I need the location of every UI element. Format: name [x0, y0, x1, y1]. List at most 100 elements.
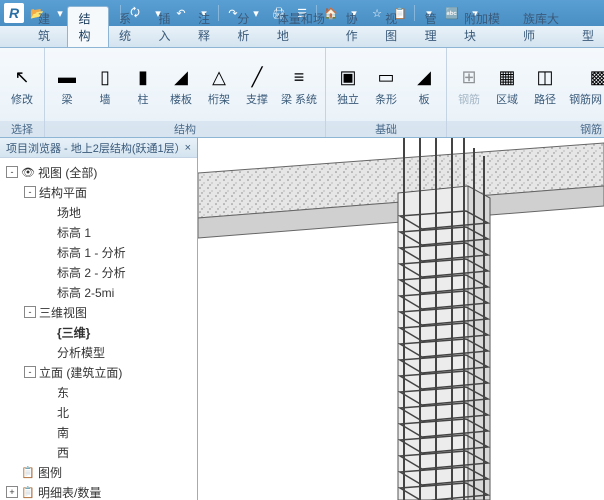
tool-icon: ▩: [584, 64, 604, 92]
tree-node[interactable]: +📋明细表/数量: [2, 482, 195, 500]
tree-item-label: 结构平面: [39, 184, 87, 201]
ribbon-tab[interactable]: 注释: [188, 7, 227, 47]
tool-icon: ▯: [91, 64, 119, 92]
tree-item-label: 场地: [57, 204, 81, 221]
tool-icon: ▭: [372, 64, 400, 92]
ribbon-button[interactable]: ▦ 区域: [489, 62, 525, 108]
panel-title: 结构: [45, 121, 325, 137]
tool-icon: ╱: [243, 64, 271, 92]
project-browser: 项目浏览器 - 地上2层结构(跃通1层） × -👁视图 (全部)-结构平面场地标…: [0, 138, 198, 500]
project-tree[interactable]: -👁视图 (全部)-结构平面场地标高 1标高 1 - 分析标高 2 - 分析标高…: [0, 158, 197, 500]
tree-item-label: 分析模型: [57, 344, 105, 361]
ribbon-button[interactable]: ▬梁: [49, 62, 85, 108]
ribbon-panel: ▣独立▭条形◢板基础: [326, 48, 447, 137]
tool-label: 柱: [138, 94, 149, 106]
tool-label: 钢筋网 区域: [569, 94, 604, 106]
panel-title: 钢筋: [447, 121, 604, 137]
tree-node[interactable]: 东: [2, 382, 195, 402]
tool-icon: ▮: [129, 64, 157, 92]
tree-item-label: 西: [57, 444, 69, 461]
workspace: 项目浏览器 - 地上2层结构(跃通1层） × -👁视图 (全部)-结构平面场地标…: [0, 138, 604, 500]
tree-item-label: 标高 1 - 分析: [57, 244, 126, 261]
tool-icon: ▦: [493, 64, 521, 92]
tree-node[interactable]: 标高 2 - 分析: [2, 262, 195, 282]
ribbon-tab[interactable]: 系统: [109, 7, 148, 47]
ribbon-tab[interactable]: 结构: [67, 6, 108, 47]
tree-node[interactable]: 标高 1 - 分析: [2, 242, 195, 262]
tool-icon: ◢: [410, 64, 438, 92]
tree-item-label: 明细表/数量: [38, 484, 101, 500]
tool-label: 条形: [375, 94, 397, 106]
ribbon-tab[interactable]: 管理: [415, 7, 454, 47]
tree-node[interactable]: -立面 (建筑立面): [2, 362, 195, 382]
ribbon-button[interactable]: ▮柱: [125, 62, 161, 108]
tool-icon: ↖: [8, 64, 36, 92]
ribbon-tab[interactable]: 型: [572, 24, 604, 47]
tree-node[interactable]: 南: [2, 422, 195, 442]
ribbon-tab[interactable]: 视图: [375, 7, 414, 47]
tree-item-icon: 👁: [21, 165, 35, 179]
ribbon-button[interactable]: ◫ 路径: [527, 62, 563, 108]
tree-node[interactable]: 场地: [2, 202, 195, 222]
tree-node[interactable]: 分析模型: [2, 342, 195, 362]
tree-node[interactable]: -结构平面: [2, 182, 195, 202]
ribbon-tab[interactable]: 插入: [148, 7, 187, 47]
tree-toggle-icon[interactable]: -: [24, 366, 36, 378]
tool-icon: ▬: [53, 64, 81, 92]
tree-node[interactable]: 📋图例: [2, 462, 195, 482]
ribbon-tab[interactable]: 族库大师: [513, 7, 572, 47]
ribbon-button[interactable]: ▣ 独立: [330, 62, 366, 108]
ribbon-panel: ↖修改选择: [0, 48, 45, 137]
tool-label: 墙: [100, 94, 111, 106]
ribbon-tab[interactable]: 建筑: [28, 7, 67, 47]
tree-node[interactable]: 北: [2, 402, 195, 422]
tree-item-label: 北: [57, 404, 69, 421]
tool-icon: △: [205, 64, 233, 92]
tree-node[interactable]: -三维视图: [2, 302, 195, 322]
ribbon-button[interactable]: ↖ 修改: [4, 62, 40, 108]
ribbon-tab[interactable]: 附加模块: [454, 7, 513, 47]
tool-label: 支撑: [246, 94, 268, 106]
ribbon-tab[interactable]: 协作: [336, 7, 375, 47]
ribbon-button[interactable]: ◢楼板: [163, 62, 199, 108]
tree-item-label: 图例: [38, 464, 62, 481]
ribbon-button[interactable]: ▭ 条形: [368, 62, 404, 108]
ribbon-button[interactable]: ▩ 钢筋网 区域: [565, 62, 604, 108]
tree-item-label: 立面 (建筑立面): [39, 364, 122, 381]
tool-label: 路径: [534, 94, 556, 106]
tool-label: 独立: [337, 94, 359, 106]
ribbon-button[interactable]: ◢板: [406, 62, 442, 108]
tool-label: 桁架: [208, 94, 230, 106]
tool-icon: ◫: [531, 64, 559, 92]
ribbon-button[interactable]: ▯墙: [87, 62, 123, 108]
tree-toggle-icon[interactable]: +: [6, 486, 18, 498]
ribbon-button[interactable]: ╱ 支撑: [239, 62, 275, 108]
tree-item-label: 标高 2 - 分析: [57, 264, 126, 281]
tree-node[interactable]: -👁视图 (全部): [2, 162, 195, 182]
tree-node[interactable]: 西: [2, 442, 195, 462]
tool-label: 梁: [62, 94, 73, 106]
tree-node[interactable]: 标高 2-5mi: [2, 282, 195, 302]
ribbon-button[interactable]: ⊞钢筋: [451, 62, 487, 108]
ribbon-panel: ⊞钢筋▦区域◫路径▩钢筋网 区域◻钢筋 网片▭保护层钢筋: [447, 48, 604, 137]
tree-toggle-icon[interactable]: -: [24, 306, 36, 318]
ribbon-tab[interactable]: 分析: [227, 7, 266, 47]
ribbon-button[interactable]: ≡梁 系统: [277, 62, 321, 108]
tool-label: 修改: [11, 94, 33, 106]
tool-label: 区域: [496, 94, 518, 106]
ribbon-button[interactable]: △ 桁架: [201, 62, 237, 108]
project-browser-header: 项目浏览器 - 地上2层结构(跃通1层） ×: [0, 138, 197, 158]
3d-viewport[interactable]: [198, 138, 604, 500]
tree-node[interactable]: 标高 1: [2, 222, 195, 242]
ribbon-tab[interactable]: 体量和场地: [267, 7, 336, 47]
tool-icon: ▣: [334, 64, 362, 92]
tree-toggle-icon[interactable]: -: [24, 186, 36, 198]
tree-toggle-icon[interactable]: -: [6, 166, 18, 178]
tree-item-label: 视图 (全部): [38, 164, 97, 181]
close-icon[interactable]: ×: [185, 142, 191, 154]
project-browser-title: 项目浏览器 - 地上2层结构(跃通1层）: [6, 140, 185, 156]
tree-item-label: 南: [57, 424, 69, 441]
tree-node[interactable]: {三维}: [2, 322, 195, 342]
app-logo[interactable]: R: [4, 3, 24, 23]
tree-item-label: 东: [57, 384, 69, 401]
